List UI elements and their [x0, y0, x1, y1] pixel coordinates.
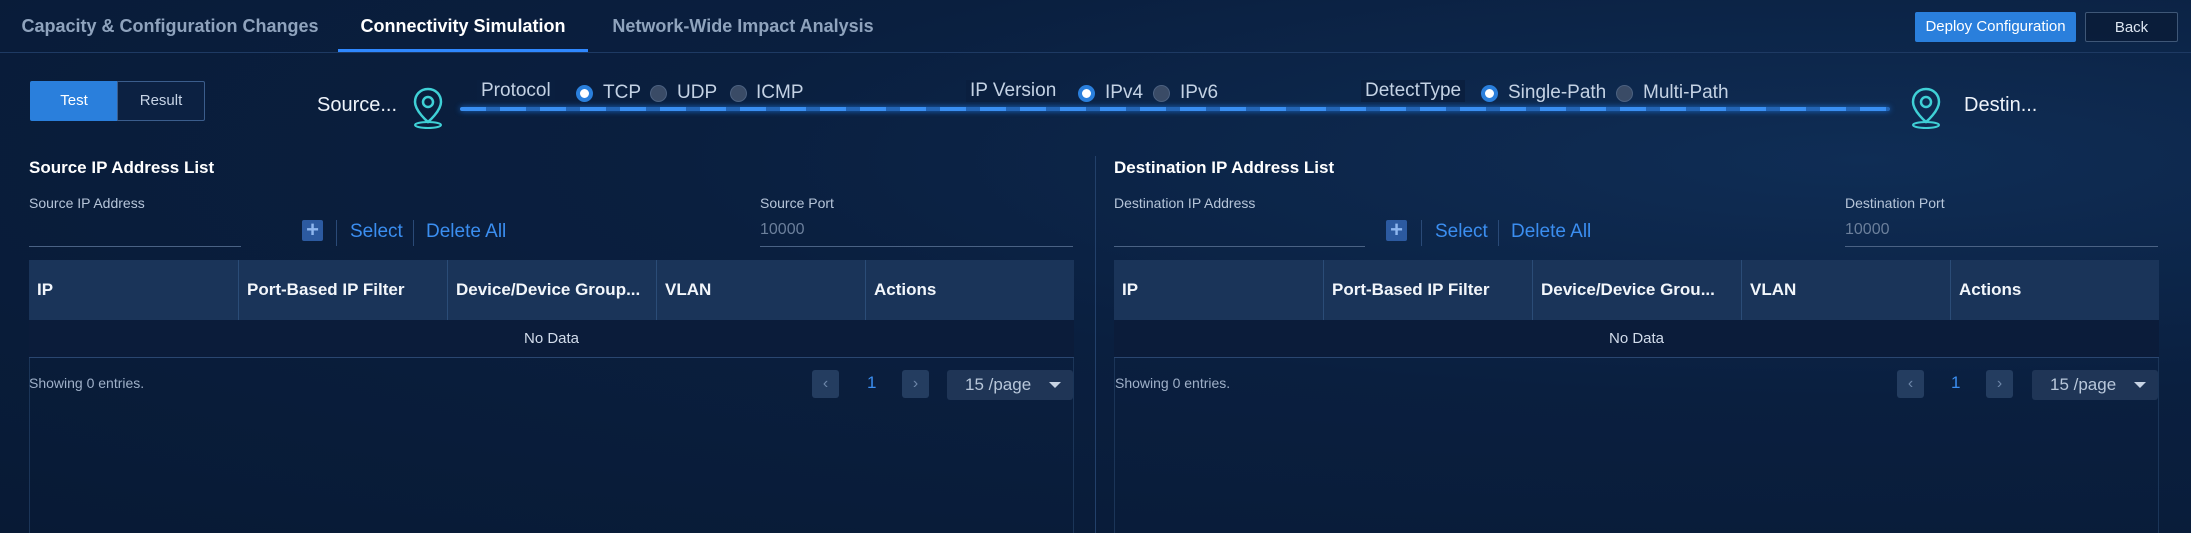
radio-single-path-label[interactable]: Single-Path	[1508, 82, 1606, 104]
separator	[1421, 220, 1422, 246]
source-page-size-select[interactable]: 15 /page	[947, 370, 1073, 400]
destination-showing-entries: Showing 0 entries.	[1115, 375, 1231, 391]
column-device-group: Device/Device Grou...	[1533, 260, 1742, 320]
destination-ip-input[interactable]	[1114, 215, 1365, 247]
source-port-input[interactable]: 10000	[760, 215, 1073, 247]
result-toggle-button[interactable]: Result	[117, 81, 205, 121]
location-pin-icon	[413, 87, 443, 129]
destination-select-link[interactable]: Select	[1435, 221, 1488, 243]
add-icon[interactable]: +	[1386, 219, 1407, 241]
source-select-link[interactable]: Select	[350, 221, 403, 243]
source-delete-all-link[interactable]: Delete All	[426, 221, 506, 243]
column-device-group: Device/Device Group...	[448, 260, 657, 320]
destination-ip-label: Destination IP Address	[1114, 195, 1256, 211]
destination-port-label: Destination Port	[1845, 195, 1945, 211]
radio-udp[interactable]	[650, 85, 667, 102]
source-current-page[interactable]: 1	[867, 373, 876, 393]
tab-connectivity-simulation[interactable]: Connectivity Simulation	[338, 0, 588, 52]
back-button[interactable]: Back	[2085, 12, 2178, 42]
source-endpoint-label[interactable]: Source...	[317, 94, 397, 117]
prev-page-icon[interactable]: ‹	[812, 370, 839, 398]
detect-type-label: DetectType	[1361, 80, 1466, 102]
source-ip-input[interactable]	[29, 215, 241, 247]
path-line	[460, 107, 1890, 111]
column-actions: Actions	[1959, 280, 2022, 299]
page-size-value: 15 /page	[965, 375, 1032, 394]
tab-network-wide-impact-analysis[interactable]: Network-Wide Impact Analysis	[600, 0, 886, 52]
column-actions: Actions	[874, 280, 937, 299]
radio-ipv4-label[interactable]: IPv4	[1105, 82, 1143, 104]
radio-icmp-label[interactable]: ICMP	[756, 82, 804, 104]
radio-tcp[interactable]	[576, 85, 593, 102]
destination-list-title: Destination IP Address List	[1114, 158, 1335, 177]
destination-table-header: IP Port-Based IP Filter Device/Device Gr…	[1114, 260, 2159, 320]
radio-multi-path-label[interactable]: Multi-Path	[1643, 82, 1729, 104]
source-empty-row: No Data	[29, 320, 1074, 358]
destination-endpoint-label[interactable]: Destin...	[1964, 94, 2037, 117]
radio-ipv6[interactable]	[1153, 85, 1170, 102]
column-ip: IP	[29, 260, 239, 320]
separator	[413, 220, 414, 246]
source-port-label: Source Port	[760, 195, 834, 211]
radio-icmp[interactable]	[730, 85, 747, 102]
separator	[336, 220, 337, 246]
chevron-down-icon	[1049, 382, 1061, 388]
tab-bar: Capacity & Configuration Changes Connect…	[0, 0, 2191, 53]
separator	[1498, 220, 1499, 246]
add-icon[interactable]: +	[302, 219, 323, 241]
destination-delete-all-link[interactable]: Delete All	[1511, 221, 1591, 243]
next-page-icon[interactable]: ›	[1986, 370, 2013, 398]
source-list-title: Source IP Address List	[29, 158, 215, 177]
tab-capacity-configuration-changes[interactable]: Capacity & Configuration Changes	[10, 0, 330, 52]
deploy-configuration-button[interactable]: Deploy Configuration	[1915, 12, 2076, 42]
destination-pin-icon	[1911, 87, 1941, 129]
next-page-icon[interactable]: ›	[902, 370, 929, 398]
ip-version-label: IP Version	[966, 80, 1061, 102]
column-vlan: VLAN	[657, 260, 866, 320]
column-port-filter: Port-Based IP Filter	[1324, 260, 1533, 320]
radio-udp-label[interactable]: UDP	[677, 82, 717, 104]
page-size-value: 15 /page	[2050, 375, 2117, 394]
radio-multi-path[interactable]	[1616, 85, 1633, 102]
column-port-filter: Port-Based IP Filter	[239, 260, 448, 320]
test-toggle-button[interactable]: Test	[30, 81, 118, 121]
destination-port-input[interactable]: 10000	[1845, 215, 2158, 247]
panel-divider	[1095, 156, 1096, 533]
radio-tcp-label[interactable]: TCP	[603, 82, 641, 104]
destination-current-page[interactable]: 1	[1951, 373, 1960, 393]
chevron-down-icon	[2134, 382, 2146, 388]
destination-page-size-select[interactable]: 15 /page	[2032, 370, 2158, 400]
source-ip-label: Source IP Address	[29, 195, 145, 211]
destination-empty-row: No Data	[1114, 320, 2159, 358]
column-vlan: VLAN	[1742, 260, 1951, 320]
prev-page-icon[interactable]: ‹	[1897, 370, 1924, 398]
radio-single-path[interactable]	[1481, 85, 1498, 102]
protocol-label: Protocol	[477, 80, 555, 102]
source-table-header: IP Port-Based IP Filter Device/Device Gr…	[29, 260, 1074, 320]
radio-ipv4[interactable]	[1078, 85, 1095, 102]
radio-ipv6-label[interactable]: IPv6	[1180, 82, 1218, 104]
column-ip: IP	[1114, 260, 1324, 320]
source-showing-entries: Showing 0 entries.	[29, 375, 145, 391]
